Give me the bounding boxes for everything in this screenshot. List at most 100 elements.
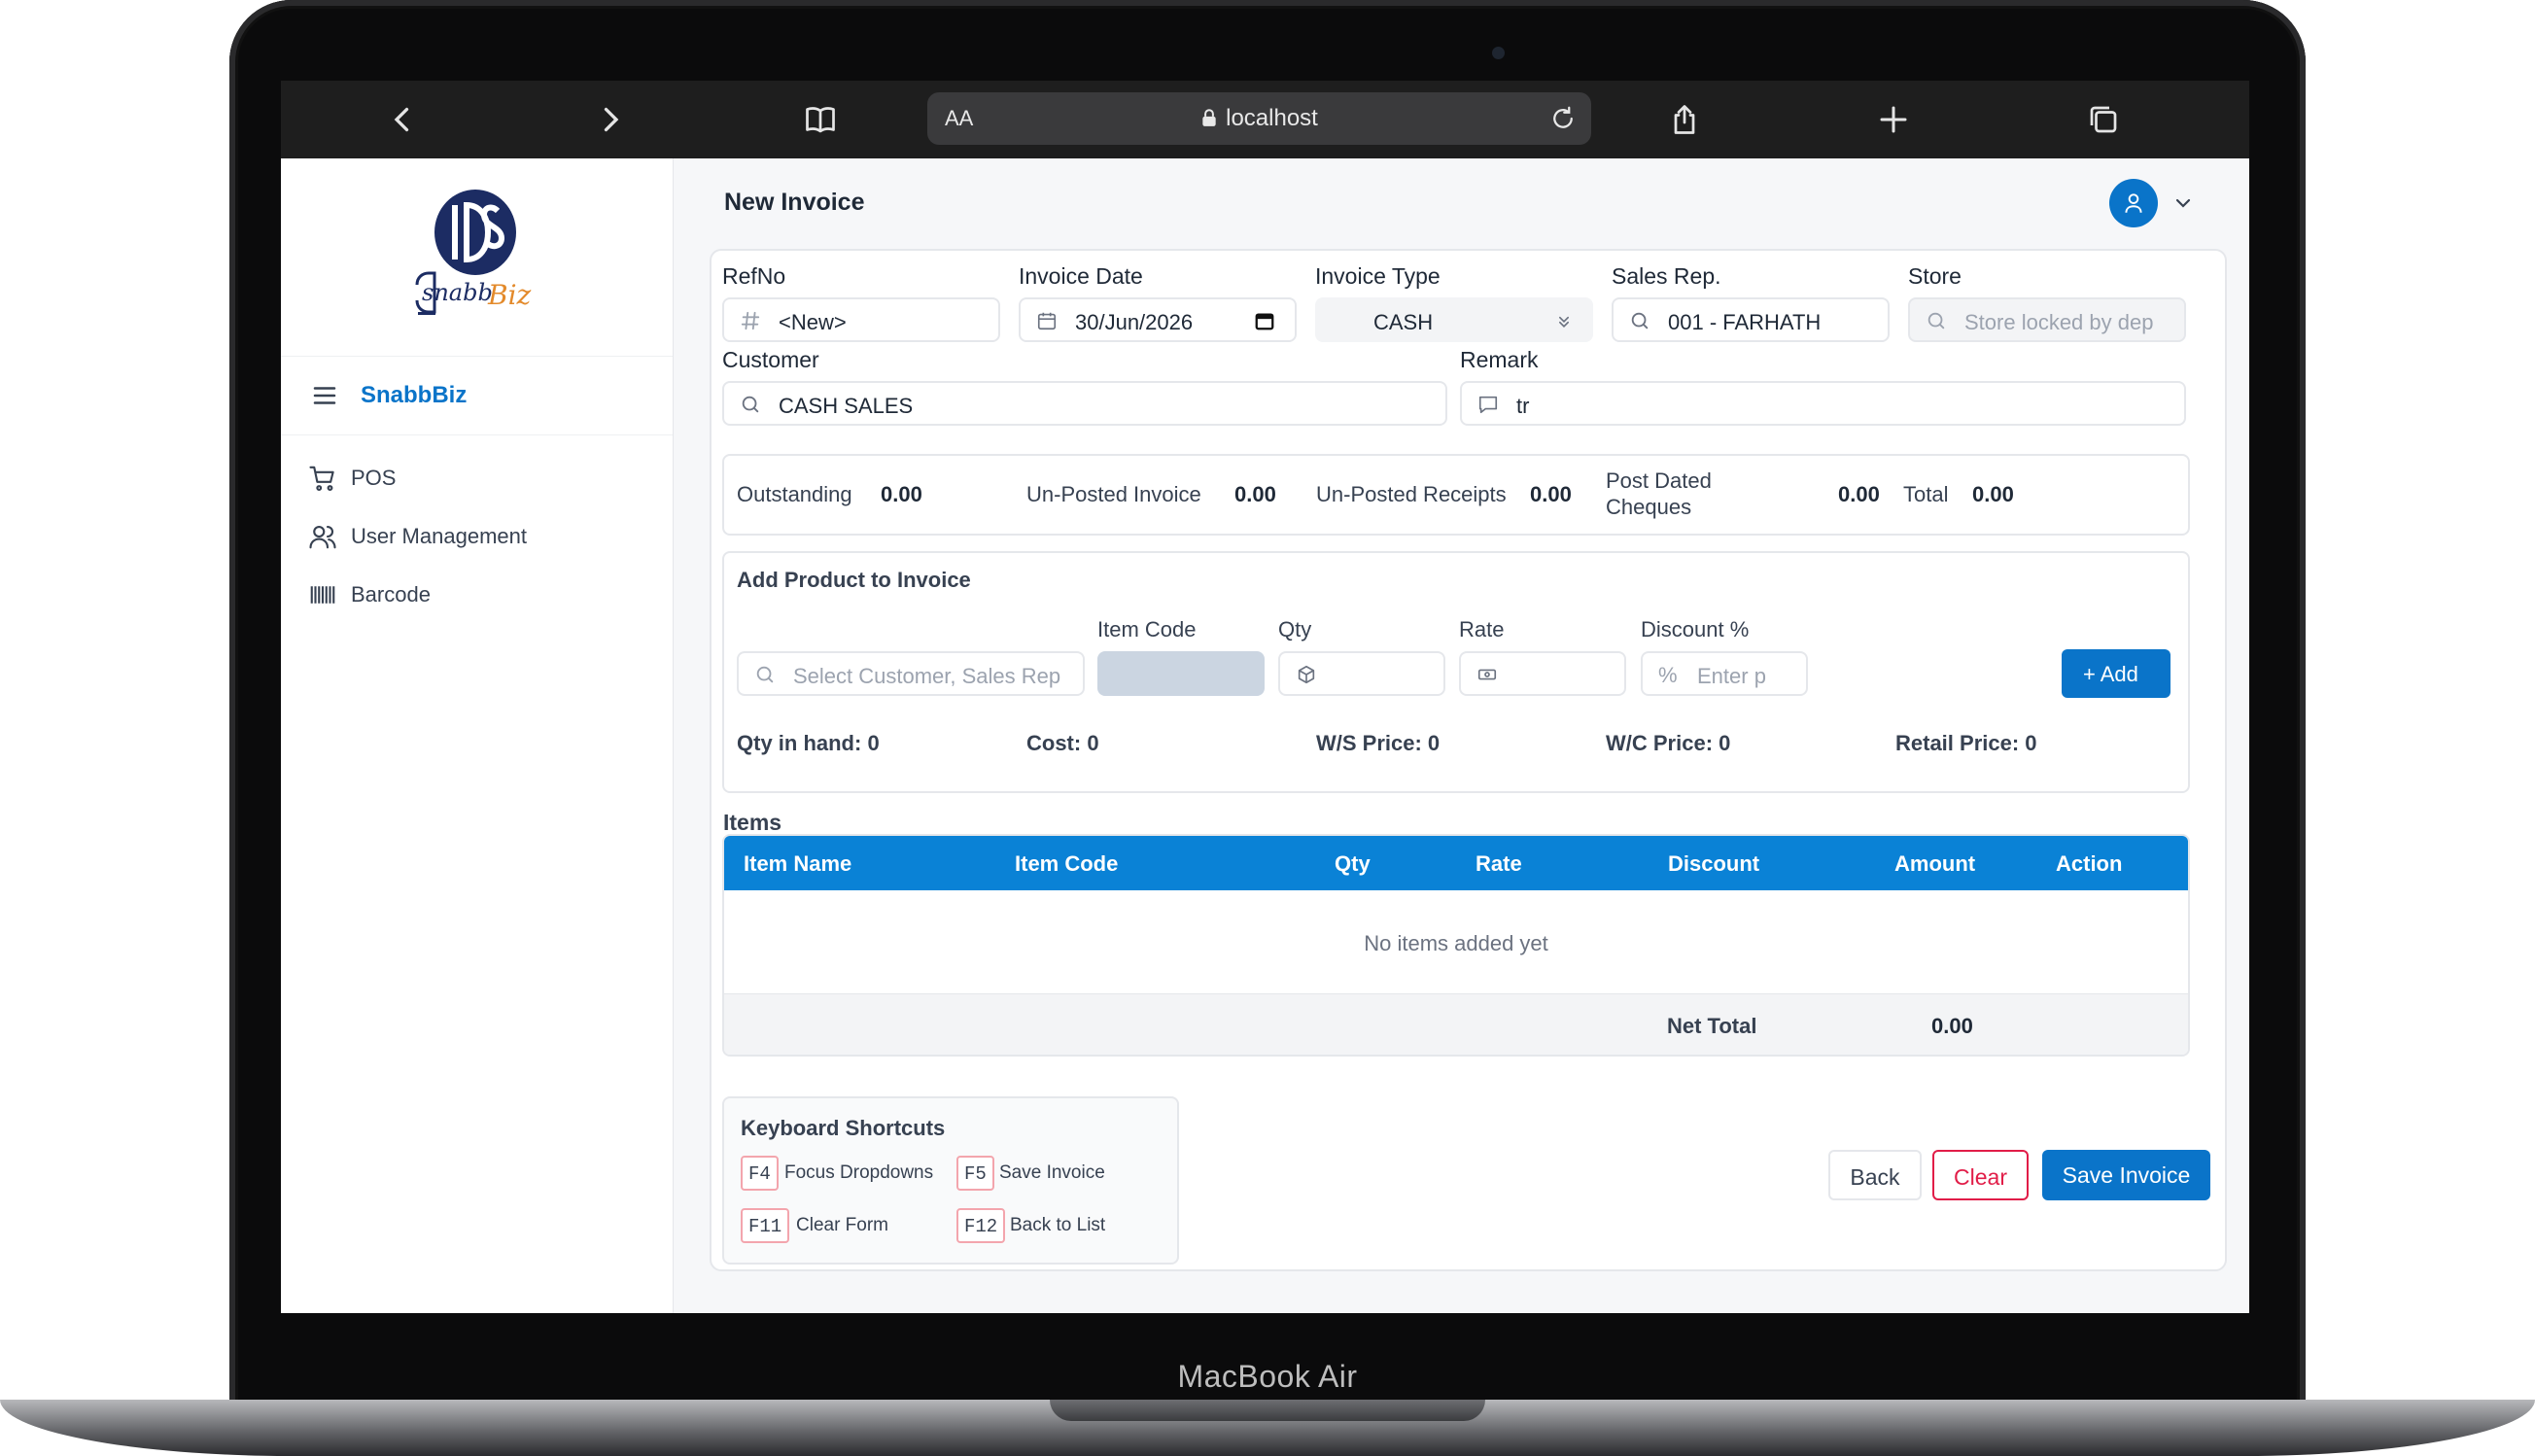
add-item-button[interactable]: + Add	[2062, 649, 2170, 698]
add-item-button-label: + Add	[2083, 662, 2138, 686]
discount-label: Discount %	[1641, 617, 1750, 641]
rate-label: Rate	[1459, 617, 1505, 641]
column-header: Rate	[1476, 851, 1522, 876]
back-icon[interactable]	[383, 100, 422, 139]
clear-button[interactable]: Clear	[1932, 1150, 2029, 1200]
date-picker-icon[interactable]	[1254, 310, 1275, 331]
item-code-label: Item Code	[1097, 617, 1197, 641]
empty-state: No items added yet	[1364, 931, 1548, 955]
logo-icon: snabb Biz	[415, 190, 532, 315]
sales-rep-label: Sales Rep.	[1612, 263, 1721, 289]
laptop-notch	[1050, 1400, 1485, 1421]
svg-text:Biz: Biz	[487, 279, 532, 311]
sidebar-item-user-management[interactable]: User Management	[281, 510, 673, 559]
sidebar-brand: SnabbBiz	[361, 382, 468, 408]
customer-field[interactable]: CASH SALES	[722, 381, 1447, 426]
wc-price: W/C Price: 0	[1606, 731, 1731, 755]
box-icon	[1298, 665, 1315, 684]
rate-input[interactable]	[1459, 651, 1626, 696]
calendar-icon	[1037, 312, 1057, 330]
product-search-placeholder: Select Customer, Sales Rep	[793, 664, 1061, 688]
screen: AA localhost snabb Biz SnabbBiz POS User…	[281, 81, 2249, 1313]
customer-value: CASH SALES	[779, 394, 914, 418]
column-header: Amount	[1894, 851, 1976, 876]
users-icon	[309, 525, 336, 549]
money-icon	[1477, 669, 1497, 680]
url-value: localhost	[1226, 105, 1318, 131]
forward-icon[interactable]	[591, 100, 630, 139]
camera	[1492, 47, 1505, 59]
refno-field[interactable]: <New>	[722, 297, 1000, 342]
invoice-type-select[interactable]: CASH	[1315, 297, 1593, 342]
items-table-header: Item Name Item Code Qty Rate Discount Am…	[724, 836, 2188, 890]
menu-icon[interactable]	[310, 381, 339, 410]
add-product-panel: Add Product to Invoice Item Code Qty Rat…	[722, 551, 2190, 793]
page-title: New Invoice	[724, 189, 865, 216]
product-search-input[interactable]: Select Customer, Sales Rep	[737, 651, 1085, 696]
invoice-date-field[interactable]: 30/Jun/2026	[1019, 297, 1297, 342]
sidebar-item-barcode[interactable]: Barcode	[281, 569, 673, 617]
hash-icon	[741, 311, 760, 330]
remark-field[interactable]: tr	[1460, 381, 2186, 426]
barcode-icon	[310, 586, 335, 604]
invoice-type-label: Invoice Type	[1315, 263, 1441, 289]
qty-label: Qty	[1278, 617, 1312, 641]
store-placeholder: Store locked by dep	[1964, 310, 2154, 334]
discount-input[interactable]: % Enter p	[1641, 651, 1808, 696]
device-label: MacBook Air	[1177, 1359, 1358, 1394]
search-icon	[756, 666, 774, 683]
refno-label: RefNo	[722, 263, 786, 289]
shortcut-key: F5	[956, 1156, 994, 1191]
total-value: 0.00	[1972, 482, 2014, 506]
refno-value: <New>	[779, 310, 847, 334]
outstanding-label: Outstanding	[737, 482, 852, 506]
column-header: Item Code	[1015, 851, 1119, 876]
shortcut-desc: Focus Dropdowns	[784, 1162, 934, 1183]
keyboard-shortcuts: Keyboard Shortcuts F4 Focus Dropdowns F5…	[722, 1096, 1179, 1265]
address-bar[interactable]: AA localhost	[927, 92, 1591, 145]
store-field[interactable]: Store locked by dep	[1908, 297, 2186, 342]
main-content: New Invoice RefNo Invoice Date Invoice T…	[674, 158, 2249, 1313]
qty-input[interactable]	[1278, 651, 1445, 696]
sidebar-item-pos[interactable]: POS	[281, 452, 673, 501]
post-dated-label: Post Dated	[1606, 468, 1712, 493]
unposted-invoice-label: Un-Posted Invoice	[1026, 482, 1201, 506]
new-tab-icon[interactable]	[1874, 100, 1913, 139]
post-dated-value: 0.00	[1838, 482, 1880, 506]
shortcut-key: F11	[741, 1208, 790, 1243]
app: snabb Biz SnabbBiz POS User Management B…	[281, 158, 2249, 1313]
invoice-date-label: Invoice Date	[1019, 263, 1143, 289]
sales-rep-field[interactable]: 001 - FARHATH	[1612, 297, 1890, 342]
back-button[interactable]: Back	[1828, 1150, 1922, 1200]
net-total-value: 0.00	[1931, 1014, 1973, 1038]
store-label: Store	[1908, 263, 1962, 289]
bookmarks-icon[interactable]	[801, 100, 840, 139]
retail-price: Retail Price: 0	[1895, 731, 2037, 755]
cost: Cost: 0	[1026, 731, 1099, 755]
svg-text:snabb: snabb	[422, 279, 493, 306]
sales-rep-value: 001 - FARHATH	[1668, 310, 1822, 334]
items-table: Item Name Item Code Qty Rate Discount Am…	[722, 834, 2190, 1057]
column-header: Qty	[1335, 851, 1371, 876]
sidebar-item-label: User Management	[351, 524, 527, 548]
avatar[interactable]	[2109, 179, 2158, 227]
reload-icon[interactable]	[1548, 104, 1578, 133]
chevrons-icon	[1559, 316, 1569, 329]
search-icon	[742, 396, 759, 413]
clear-button-label: Clear	[1954, 1164, 2007, 1190]
net-total-label: Net Total	[1667, 1014, 1757, 1038]
post-dated-label-line2: Cheques	[1606, 495, 1692, 519]
url-text: localhost	[927, 105, 1591, 132]
share-icon[interactable]	[1665, 100, 1704, 139]
unposted-invoice-value: 0.00	[1234, 482, 1276, 506]
total-label: Total	[1903, 482, 1949, 506]
items-title: Items	[723, 810, 782, 835]
item-code-input[interactable]	[1097, 651, 1265, 696]
tabs-icon[interactable]	[2084, 100, 2123, 139]
save-invoice-button[interactable]: Save Invoice	[2042, 1150, 2210, 1200]
invoice-type-value: CASH	[1373, 310, 1434, 334]
chevron-down-icon[interactable]	[2171, 191, 2195, 215]
shortcut-desc: Back to List	[1010, 1215, 1106, 1235]
shortcut-desc: Clear Form	[796, 1215, 889, 1235]
shortcut-desc: Save Invoice	[999, 1162, 1105, 1183]
